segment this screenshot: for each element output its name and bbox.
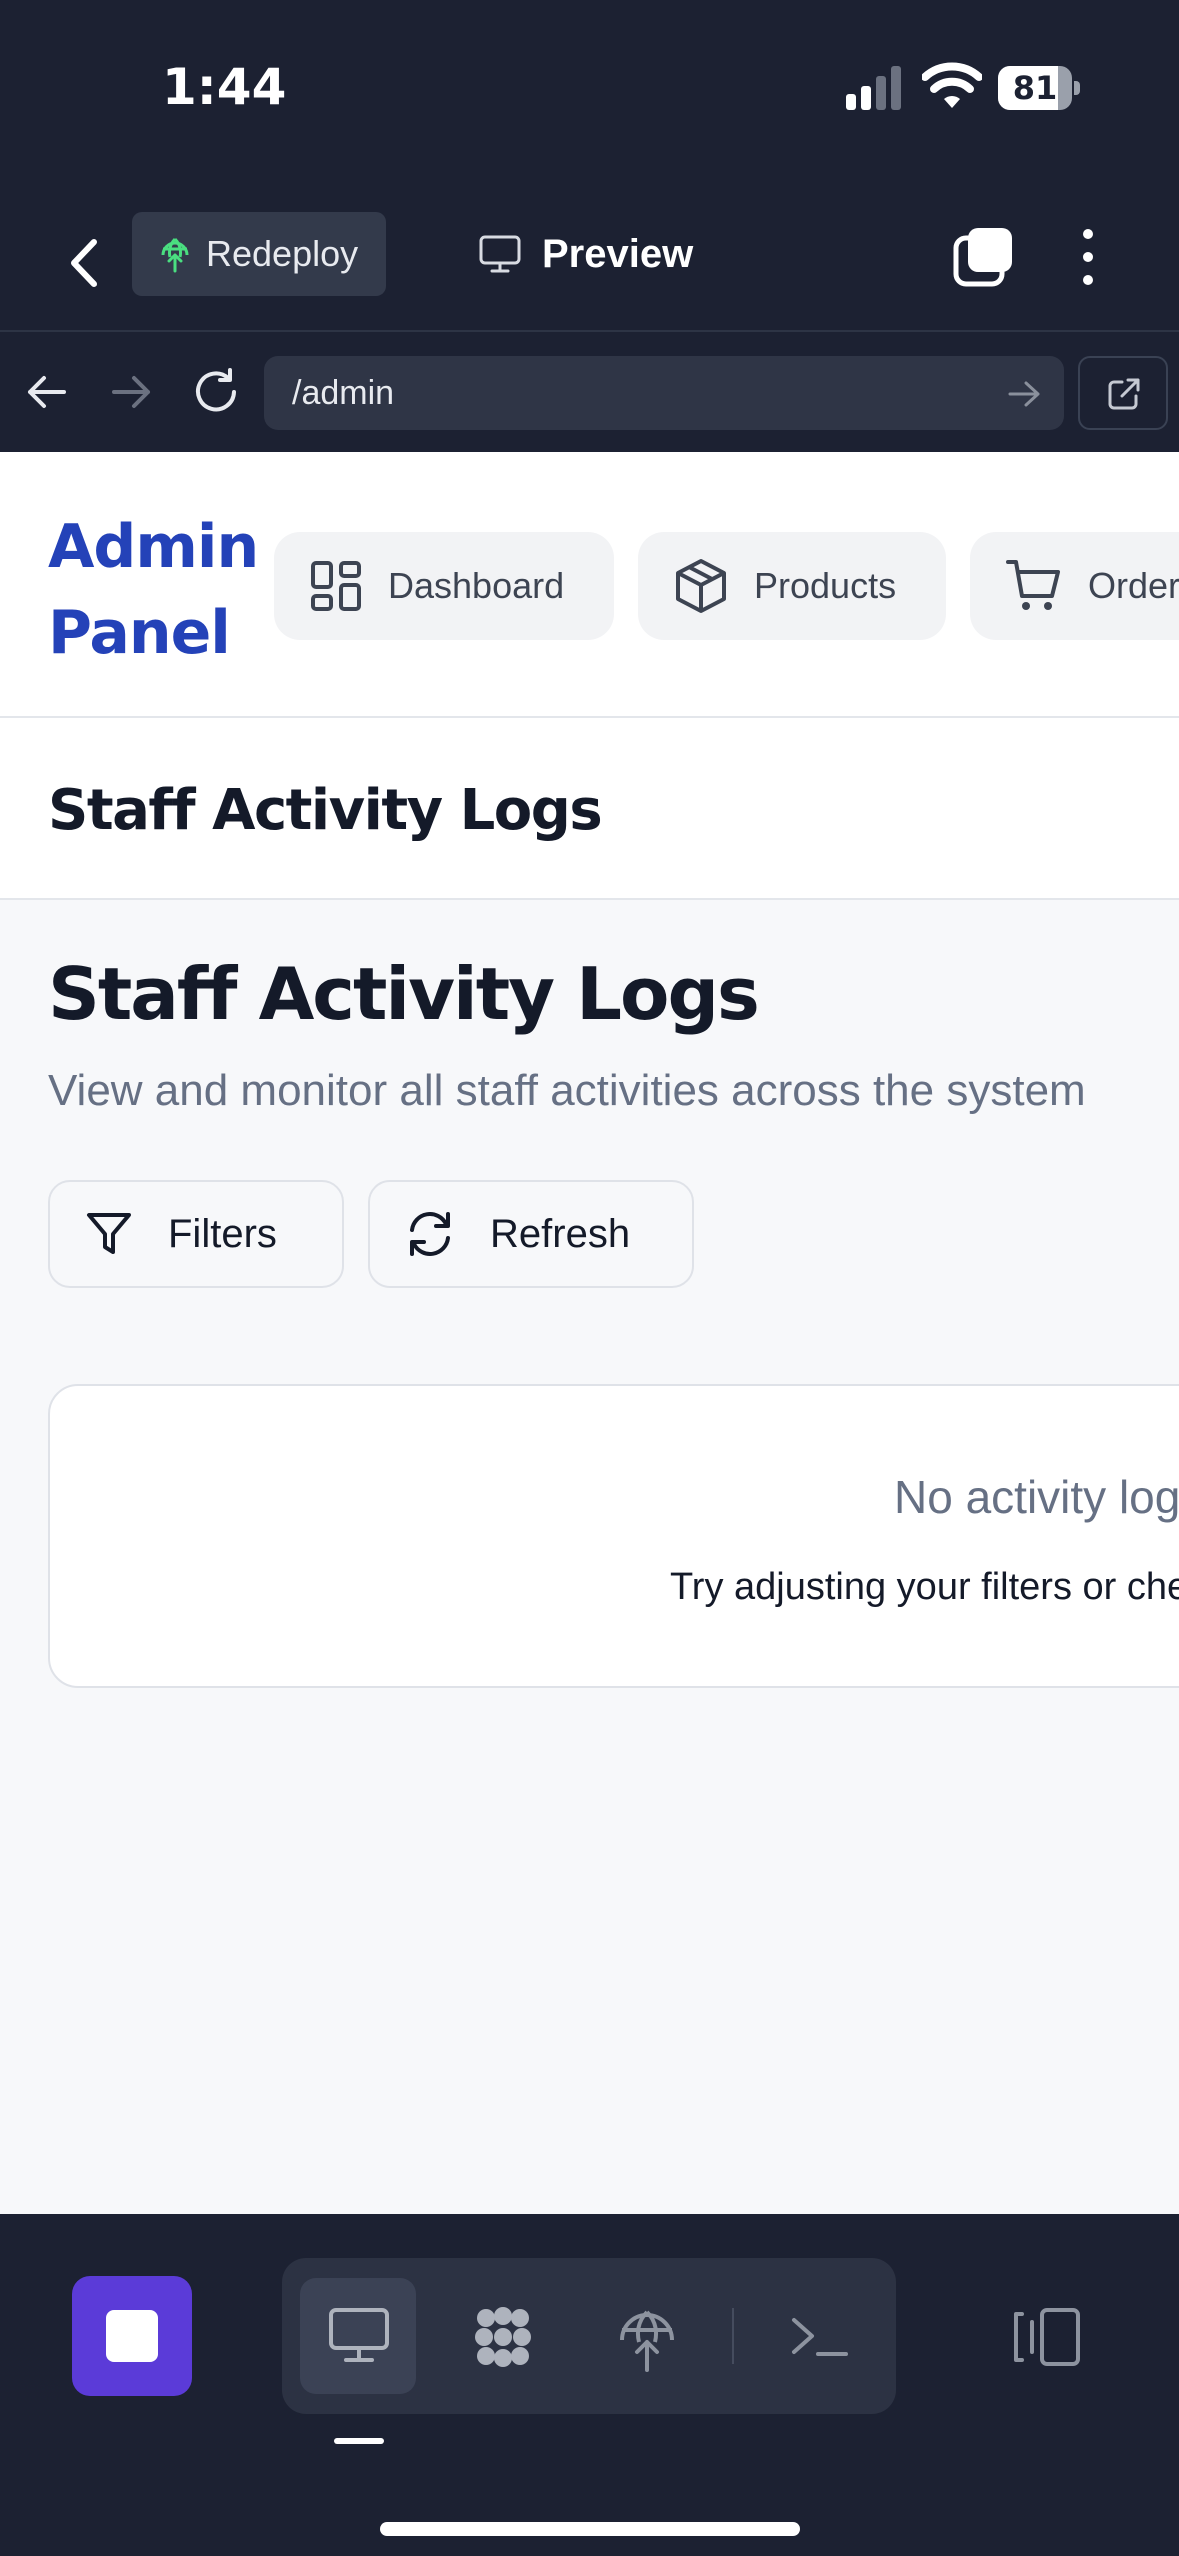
brand-line-1: Admin (48, 512, 259, 582)
monitor-icon (479, 235, 521, 273)
dashboard-grid-icon (311, 561, 361, 611)
back-chevron-icon[interactable] (56, 228, 116, 298)
redeploy-button[interactable]: Redeploy (132, 212, 386, 296)
battery-percent: 81 (1012, 69, 1058, 107)
preview-label: Preview (542, 231, 694, 276)
redeploy-label: Redeploy (206, 233, 359, 274)
filters-label: Filters (168, 1211, 277, 1256)
web-preview: Admin Panel Dashboard Products Order Sta… (0, 452, 1179, 2214)
active-tab-indicator (334, 2438, 384, 2444)
dock-tab-group (282, 2258, 896, 2414)
reload-icon[interactable] (190, 366, 242, 418)
brand-line-2: Panel (48, 598, 231, 668)
app-toolbar: Redeploy Preview (0, 170, 1179, 330)
agents-icon (475, 2307, 531, 2367)
filters-button[interactable]: Filters (48, 1180, 344, 1288)
home-indicator (380, 2522, 800, 2536)
stop-button[interactable] (72, 2276, 192, 2396)
dock-separator (732, 2308, 734, 2364)
subheader-title: Staff Activity Logs (48, 778, 603, 843)
page-subheader: Staff Activity Logs (0, 718, 1179, 900)
go-arrow-icon[interactable] (1006, 380, 1042, 408)
page-title: Staff Activity Logs (48, 952, 760, 1036)
shopping-cart-icon (1006, 560, 1060, 610)
open-external-button[interactable] (1078, 356, 1168, 430)
nav-orders-button[interactable]: Orders (970, 532, 1179, 640)
status-time: 1:44 (162, 58, 287, 116)
browser-navigation-bar: /admin (0, 330, 1179, 452)
dock-agents-tab[interactable] (444, 2278, 560, 2394)
stop-square-icon (106, 2310, 158, 2362)
empty-state-title: No activity logs found (894, 1471, 1179, 1523)
terminal-icon (792, 2318, 848, 2356)
nav-orders-label: Orders (1088, 565, 1179, 606)
site-header: Admin Panel Dashboard Products Order (0, 452, 1179, 718)
tabs-switcher-icon[interactable] (952, 226, 1014, 288)
filter-funnel-icon (87, 1213, 131, 1254)
bottom-dock (0, 2214, 1179, 2556)
preview-tab[interactable]: Preview (478, 212, 693, 296)
url-field[interactable]: /admin (264, 356, 1064, 430)
monitor-icon (329, 2308, 389, 2362)
package-box-icon (676, 559, 726, 613)
nav-products-label: Products (754, 565, 897, 606)
nav-products-button[interactable]: Products (638, 532, 946, 640)
refresh-button[interactable]: Refresh (368, 1180, 694, 1288)
deploy-icon (620, 2310, 674, 2372)
nav-dashboard-button[interactable]: Dashboard (274, 532, 614, 640)
dock-deploy-tab[interactable] (588, 2278, 704, 2394)
arrow-right-icon[interactable] (108, 370, 154, 414)
wifi-icon (922, 62, 982, 108)
page-description: View and monitor all staff activities ac… (48, 1066, 1086, 1115)
cellular-signal-icon (846, 66, 901, 110)
more-vertical-icon[interactable] (1070, 226, 1106, 288)
brand-logo-text[interactable]: Admin Panel (48, 504, 259, 676)
battery-icon: 81 (998, 66, 1080, 110)
external-link-icon (1108, 378, 1140, 410)
dock-preview-tab[interactable] (300, 2278, 416, 2394)
nav-dashboard-label: Dashboard (388, 565, 565, 606)
refresh-label: Refresh (490, 1211, 631, 1256)
refresh-icon (410, 1212, 450, 1256)
deploy-globe-icon (161, 237, 189, 273)
dock-terminal-tab[interactable] (760, 2278, 876, 2394)
empty-state-hint: Try adjusting your filters or check back… (670, 1566, 1179, 1608)
side-panel-icon[interactable] (1010, 2306, 1082, 2368)
empty-state-card: No activity logs found Try adjusting you… (48, 1384, 1179, 1688)
ios-status-bar: 1:44 81 (0, 0, 1179, 170)
arrow-left-icon[interactable] (24, 370, 70, 414)
